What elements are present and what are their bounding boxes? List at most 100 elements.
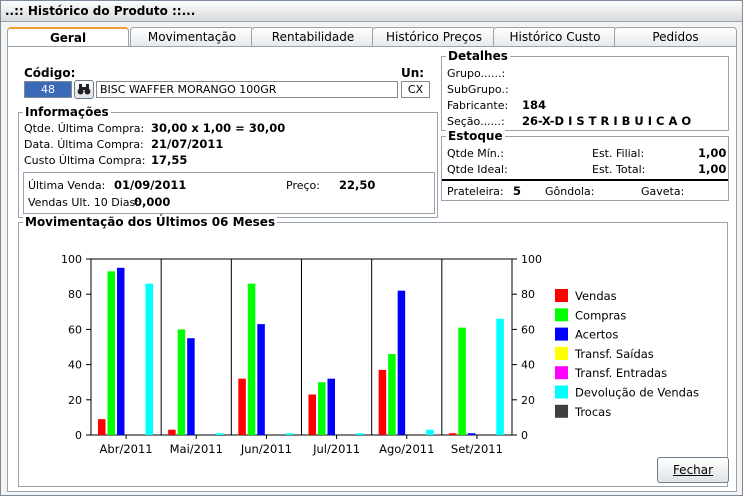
x-tick-label: Jun/2011 [240,442,292,456]
y-tick-label-right: 40 [521,359,535,372]
legend-label: Compras [575,308,626,322]
bar-devolu-o-de-vendas [215,433,224,435]
tab-pedidos[interactable]: Pedidos [614,27,737,47]
informacoes-group: Informações Qtde. Última Compra: 30,00 x… [18,105,438,218]
qtde-ideal-label: Qtde Ideal: [447,163,508,176]
detalhes-group: Detalhes Grupo......: SubGrupo.: Fabrica… [441,49,729,131]
custo-ultima-compra-value: 17,55 [151,153,188,167]
legend-swatch [555,346,568,360]
bar-acertos [187,338,195,435]
prateleira-value: 5 [513,184,522,198]
ultima-venda-value: 01/09/2011 [114,178,187,192]
product-history-window: ..:: Histórico do Produto ::... Geral Mo… [0,0,743,496]
bar-acertos [327,378,335,435]
prateleira-label: Prateleira: [447,185,504,198]
qtde-min-label: Qtde Mín.: [447,147,504,160]
search-product-button[interactable] [74,80,94,99]
legend-swatch [555,327,568,341]
secao-label: Seção......: [447,115,505,128]
gaveta-label: Gaveta: [641,185,685,198]
bar-devolu-o-de-vendas [356,433,364,435]
legend-label: Devolução de Vendas [575,386,699,400]
y-tick-label-left: 80 [68,288,82,301]
bar-vendas [378,369,387,435]
preco-value: 22,50 [339,178,376,192]
tab-historico-precos[interactable]: Histórico Preços [372,27,496,47]
bar-compras [388,354,396,435]
un-label: Un: [401,66,425,80]
codigo-input[interactable]: 48 [24,81,72,98]
y-tick-label-right: 100 [521,253,542,266]
legend-swatch [555,308,568,322]
venda-subgroup: Última Venda: 01/09/2011 Preço: 22,50 Ve… [23,172,435,214]
y-tick-label-right: 20 [521,394,535,407]
bar-acertos [117,267,125,435]
fechar-label: Fechar [672,463,714,477]
est-filial-label: Est. Filial: [592,147,645,160]
ultima-venda-label: Última Venda: [28,179,106,192]
vendas-10-dias-label: Vendas Ult. 10 Dias: [28,196,139,209]
estoque-divider [442,179,728,181]
title-bar: ..:: Histórico do Produto ::... [1,1,742,22]
bar-acertos [257,324,265,435]
bar-vendas [448,433,457,435]
bar-acertos [467,433,476,435]
x-tick-label: Ago/2011 [379,442,434,456]
y-tick-label-left: 100 [61,253,82,266]
y-tick-label-right: 0 [521,429,528,442]
legend-swatch [555,404,568,418]
est-total-value: 1,00 [698,162,727,176]
legend-label: Vendas [575,289,617,303]
bar-acertos [397,290,406,435]
legend-label: Trocas [574,405,611,419]
legend-label: Transf. Entradas [574,366,667,380]
descricao-input[interactable]: BISC WAFFER MORANGO 100GR [96,81,398,98]
fechar-button[interactable]: Fechar [657,457,729,483]
x-tick-label: Mai/2011 [170,442,223,456]
legend-label: Transf. Saídas [574,347,654,361]
y-tick-label-left: 40 [68,359,82,372]
est-total-label: Est. Total: [592,163,646,176]
qtde-ultima-compra-label: Qtde. Última Compra: [24,122,145,135]
gondola-label: Gôndola: [545,185,595,198]
tab-panel-geral: Código: 48 BISC WAFFER MORANGO 100GR Un:… [7,46,737,492]
bar-compras [247,283,256,435]
x-tick-label: Jul/2011 [312,442,360,456]
preco-label: Preço: [286,179,320,192]
estoque-group: Estoque Qtde Mín.: Est. Filial: 1,00 Qtd… [441,129,729,201]
bar-vendas [238,378,246,435]
tab-geral[interactable]: Geral [7,27,129,48]
vendas-10-dias-value: 0,000 [134,195,171,209]
y-tick-label-left: 0 [75,429,82,442]
est-filial-value: 1,00 [698,146,727,160]
bar-compras [107,271,115,435]
binoculars-icon [77,84,91,95]
un-input[interactable]: CX [401,81,430,98]
x-tick-label: Abr/2011 [100,442,153,456]
fabricante-value: 184 [522,98,547,112]
legend-label: Acertos [575,328,618,342]
movimentacao-chart-group: Movimentação dos Últimos 06 Meses 0 0 20 20… [18,215,728,487]
estoque-title: Estoque [446,129,505,143]
tab-movimentacao[interactable]: Movimentação [130,27,254,47]
data-ultima-compra-value: 21/07/2011 [151,137,224,151]
bar-devolu-o-de-vendas [426,429,434,435]
custo-ultima-compra-label: Custo Última Compra: [24,154,146,167]
secao-value: 26-X-D I S T R I B U I C A O [522,114,692,128]
codigo-label: Código: [24,66,76,80]
tab-rentabilidade[interactable]: Rentabilidade [251,27,375,47]
tab-historico-custo[interactable]: Histórico Custo [493,27,617,47]
bar-compras [458,327,466,435]
bar-vendas [308,394,316,435]
y-tick-label-right: 60 [521,323,535,336]
bar-devolu-o-de-vendas [145,283,153,435]
y-tick-label-right: 80 [521,288,535,301]
qtde-ultima-compra-value: 30,00 x 1,00 = 30,00 [151,121,286,135]
bar-vendas [168,429,176,435]
legend-swatch [555,385,568,399]
data-ultima-compra-label: Data. Última Compra: [24,138,144,151]
y-tick-label-left: 60 [68,323,82,336]
subgrupo-label: SubGrupo.: [447,83,509,96]
y-tick-label-left: 20 [68,394,82,407]
informacoes-title: Informações [23,105,111,119]
